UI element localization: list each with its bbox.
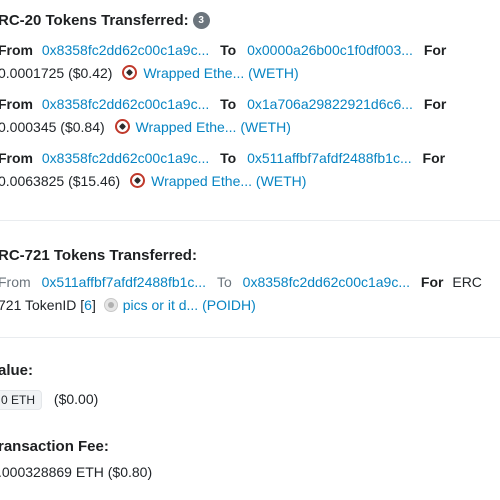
value-label: alue: [0,362,34,379]
for-label: For [420,274,444,290]
for-label: For [422,150,446,166]
to-label: To [220,150,237,166]
to-label: To [216,274,232,290]
transfer-amount: 0.0001725 ($0.42) [0,65,113,81]
erc20-transfer-2-amount-row: 0.000345 ($0.84) Wrapped Ethe... (WETH) [0,119,291,135]
erc721-token-row: 721 TokenID [6] pics or it d... (POIDH) [0,297,256,313]
section-divider [0,220,500,221]
erc20-transfer-1-row: From 0x8358fc2dd62c00c1a9c... To 0x0000a… [0,42,446,58]
erc721-transfer-row: From 0x511affbf7afdf2488fb1c... To 0x835… [0,274,482,290]
section-divider [0,337,500,338]
to-label: To [220,96,237,112]
erc20-transfer-1-amount-row: 0.0001725 ($0.42) Wrapped Ethe... (WETH) [0,65,299,81]
for-label: For [423,96,447,112]
transfer-amount: 0.0063825 ($15.46) [0,173,121,189]
token-link[interactable]: Wrapped Ethe... (WETH) [151,173,306,189]
erc721-heading: RC-721 Tokens Transferred: [0,247,197,264]
to-address-link[interactable]: 0x1a706a29822921d6c6... [247,96,413,112]
token-link[interactable]: Wrapped Ethe... (WETH) [143,65,298,81]
token-link[interactable]: pics or it d... (POIDH) [123,297,256,313]
from-label: From [0,42,33,58]
erc20-count-badge: 3 [192,12,210,29]
token-id-link[interactable]: 6 [84,297,92,313]
weth-token-icon [122,65,138,80]
usd-value: ($0.00) [53,391,99,407]
fee-amount: .000328869 ETH ($0.80) [0,464,153,480]
from-label: From [0,274,31,290]
fee-label: ransaction Fee: [0,438,109,455]
erc20-transfer-3-amount-row: 0.0063825 ($15.46) Wrapped Ethe... (WETH… [0,173,306,189]
poidh-token-icon [103,298,118,312]
value-row: 0 ETH ($0.00) [0,390,98,410]
to-address-link[interactable]: 0x511affbf7afdf2488fb1c... [247,150,412,166]
weth-token-icon [114,119,130,134]
erc20-transfer-3-row: From 0x8358fc2dd62c00c1a9c... To 0x511af… [0,150,445,166]
for-value: ERC [452,274,482,290]
transfer-amount: 0.000345 ($0.84) [0,119,105,135]
to-address-link[interactable]: 0x0000a26b00c1f0df003... [247,42,413,58]
token-id-prefix: 721 TokenID [ [0,297,85,313]
weth-token-icon [130,173,146,188]
from-address-link[interactable]: 0x8358fc2dd62c00c1a9c... [42,42,209,58]
to-label: To [220,42,237,58]
for-label: For [423,42,447,58]
token-id-suffix: ] [91,297,96,313]
erc20-transfer-2-row: From 0x8358fc2dd62c00c1a9c... To 0x1a706… [0,96,446,112]
erc20-heading-text: RC-20 Tokens Transferred: [0,12,189,29]
to-address-link[interactable]: 0x8358fc2dd62c00c1a9c... [243,274,410,290]
from-address-link[interactable]: 0x8358fc2dd62c00c1a9c... [42,150,209,166]
from-label: From [0,150,33,166]
from-address-link[interactable]: 0x511affbf7afdf2488fb1c... [42,274,207,290]
from-address-link[interactable]: 0x8358fc2dd62c00c1a9c... [42,96,209,112]
from-label: From [0,96,33,112]
erc20-heading: RC-20 Tokens Transferred: 3 [0,12,210,29]
token-link[interactable]: Wrapped Ethe... (WETH) [136,119,291,135]
eth-value-badge: 0 ETH [0,390,43,410]
